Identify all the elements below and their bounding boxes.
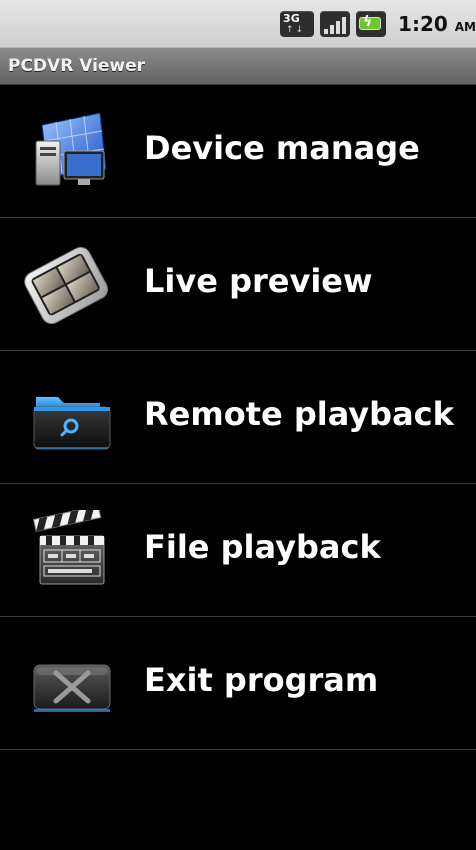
3g-data-icon: 3G ↑↓: [280, 11, 315, 37]
menu-label-file-playback: File playback: [144, 528, 381, 566]
app-screen: 3G ↑↓ ϟ 1:20 AM PCDVR Viewer Device mana…: [0, 0, 476, 850]
menu-item-device-manage[interactable]: Device manage: [0, 85, 476, 218]
menu-item-live-preview[interactable]: Live preview: [0, 218, 476, 351]
clock-time: 1:20: [398, 12, 448, 36]
network-type-label: 3G: [283, 12, 300, 25]
menu-label-device-manage: Device manage: [144, 129, 420, 167]
live-preview-phone-icon: [24, 246, 109, 325]
app-title: PCDVR Viewer: [8, 56, 146, 76]
exit-program-icon: [33, 664, 111, 712]
battery-charging-icon: ϟ: [356, 11, 387, 37]
menu-label-exit-program: Exit program: [144, 661, 379, 699]
menu-label-remote-playback: Remote playback: [144, 395, 454, 433]
status-bar: 3G ↑↓ ϟ 1:20 AM: [0, 0, 476, 48]
status-clock: 1:20 AM: [398, 12, 476, 36]
signal-strength-icon: [320, 11, 351, 37]
clock-ampm: AM: [454, 20, 476, 34]
main-menu: Device manage Live preview Remote playba…: [0, 85, 476, 750]
app-title-bar: PCDVR Viewer: [0, 48, 476, 85]
file-playback-clapperboard-icon: [33, 510, 105, 585]
remote-playback-folder-icon: [33, 397, 111, 450]
menu-item-exit-program[interactable]: Exit program: [0, 617, 476, 750]
device-manage-icon: [35, 112, 107, 186]
menu-label-live-preview: Live preview: [144, 262, 373, 300]
menu-item-file-playback[interactable]: File playback: [0, 484, 476, 617]
menu-item-remote-playback[interactable]: Remote playback: [0, 351, 476, 484]
status-icons: 3G ↑↓ ϟ 1:20 AM: [280, 0, 476, 48]
